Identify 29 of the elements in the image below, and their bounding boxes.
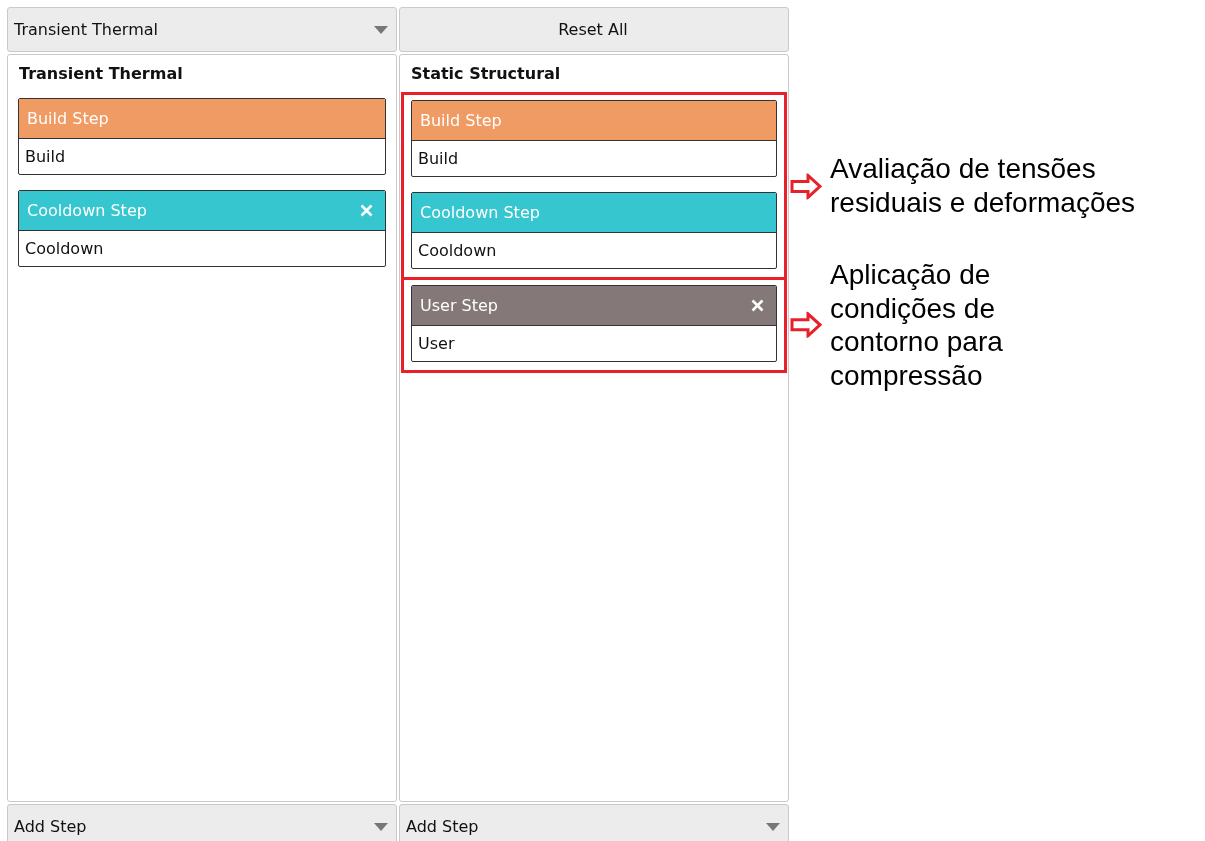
step-title: Build Step bbox=[420, 111, 502, 130]
step-title: User Step bbox=[420, 296, 498, 315]
caret-icon bbox=[374, 822, 388, 831]
panel-title: Static Structural bbox=[411, 64, 561, 83]
panel-title: Transient Thermal bbox=[19, 64, 183, 83]
arrow-icon bbox=[790, 312, 822, 338]
caret-icon bbox=[766, 822, 780, 831]
close-button[interactable] bbox=[751, 299, 764, 312]
step-title: Cooldown Step bbox=[27, 201, 147, 220]
add-step-dropdown[interactable]: Add Step bbox=[399, 804, 789, 841]
step-card[interactable]: Cooldown Step Cooldown bbox=[411, 192, 777, 269]
step-card[interactable]: Cooldown Step Cooldown bbox=[18, 190, 386, 267]
step-title: Build Step bbox=[27, 109, 109, 128]
step-card[interactable]: User Step User bbox=[411, 285, 777, 362]
arrow-icon bbox=[790, 173, 822, 199]
caret-icon bbox=[374, 25, 388, 34]
annotation-text: Avaliação de tensões residuais e deformações bbox=[830, 152, 1136, 220]
step-card[interactable]: Build Step Build bbox=[411, 100, 777, 177]
step-name: User bbox=[418, 334, 455, 353]
step-name: Cooldown bbox=[25, 239, 104, 258]
add-step-dropdown[interactable]: Add Step bbox=[7, 804, 397, 841]
annotation-text: Aplicação de condições de contorno para compressão bbox=[830, 257, 1003, 393]
step-title: Cooldown Step bbox=[420, 203, 540, 222]
step-name: Build bbox=[25, 147, 66, 166]
step-name: Cooldown bbox=[418, 241, 497, 260]
step-name: Build bbox=[418, 149, 459, 168]
step-card[interactable]: Build Step Build bbox=[18, 98, 386, 175]
analysis-dropdown[interactable]: Transient Thermal bbox=[7, 7, 397, 52]
reset-button[interactable]: Reset All bbox=[399, 7, 789, 52]
